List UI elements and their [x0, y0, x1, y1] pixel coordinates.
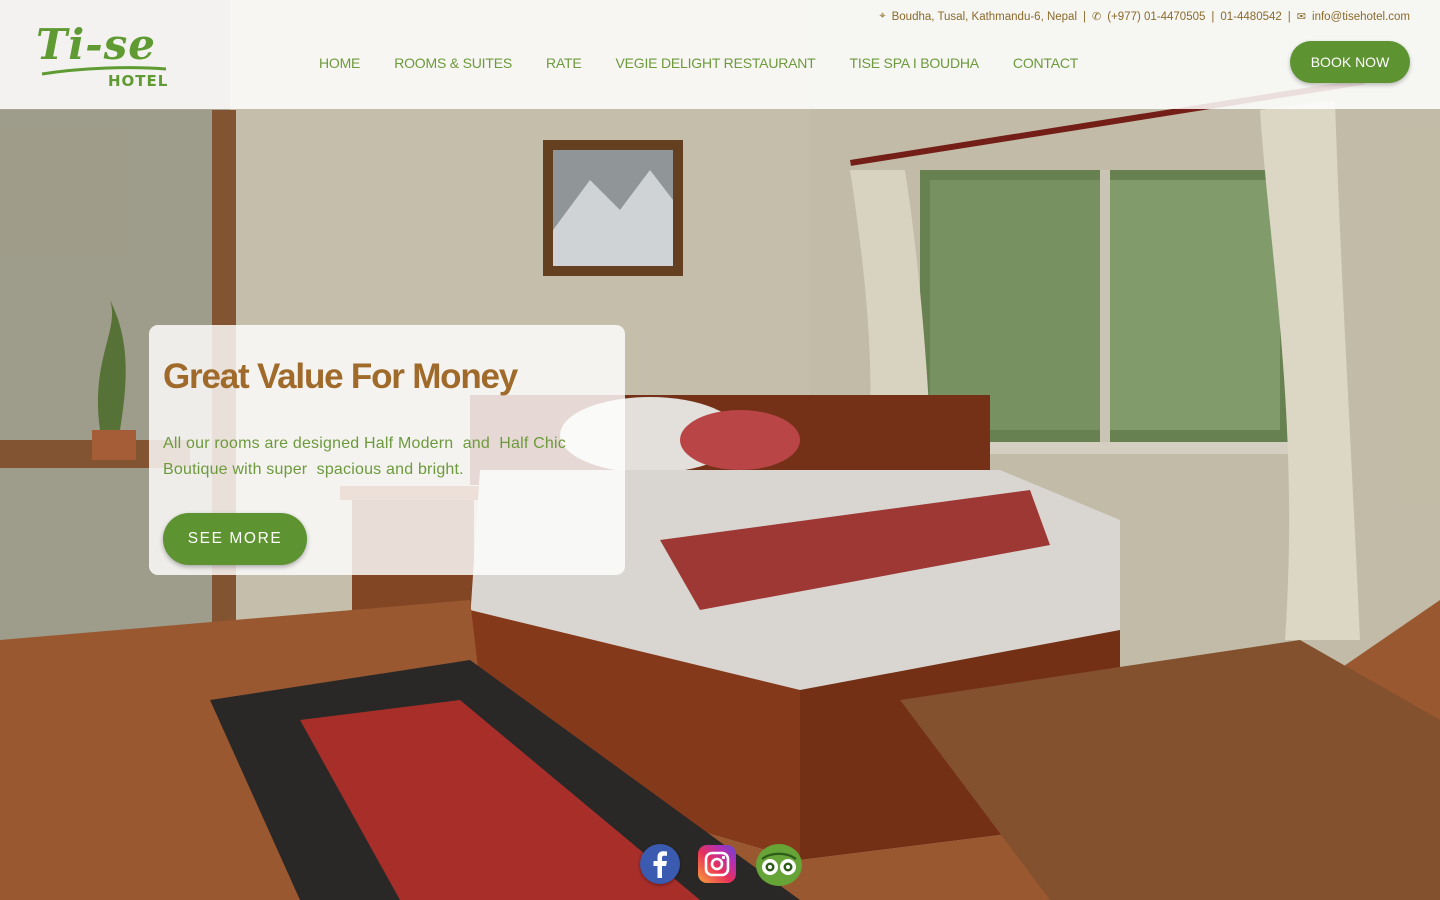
nav-item-home[interactable]: HOME — [302, 52, 377, 74]
divider: | — [1211, 10, 1215, 23]
facebook-icon[interactable] — [640, 844, 680, 884]
nav-item-restaurant[interactable]: VEGIE DELIGHT RESTAURANT — [598, 52, 832, 74]
book-now-button[interactable]: BOOK NOW — [1290, 41, 1410, 83]
instagram-icon[interactable] — [698, 845, 736, 883]
phone-link[interactable]: (+977) 01-4470505 — [1107, 11, 1205, 23]
email-link[interactable]: info@tisehotel.com — [1312, 11, 1410, 23]
hotel-logo[interactable]: Ti-se HOTEL — [36, 20, 176, 92]
address-text: Boudha, Tusal, Kathmandu-6, Nepal — [891, 10, 1078, 23]
phone2-link[interactable]: 01-4480542 — [1220, 11, 1281, 23]
site-header: Ti-se HOTEL ⌖ Boudha, Tusal, Kathmandu-6… — [0, 0, 1440, 109]
hero-description: All our rooms are designed Half Modern a… — [163, 435, 571, 478]
contact-topbar: ⌖ Boudha, Tusal, Kathmandu-6, Nepal | ✆ … — [879, 10, 1410, 23]
nav-item-spa[interactable]: TISE SPA I BOUDHA — [833, 52, 996, 74]
social-links — [640, 844, 802, 886]
divider: | — [1083, 10, 1087, 23]
map-marker-icon: ⌖ — [879, 10, 886, 22]
envelope-icon: ✉ — [1296, 11, 1307, 23]
nav-item-rate[interactable]: RATE — [529, 52, 599, 74]
main-nav: HOME ROOMS & SUITES RATE VEGIE DELIGHT R… — [302, 52, 1095, 74]
nav-item-rooms-suites[interactable]: ROOMS & SUITES — [377, 52, 529, 74]
divider: | — [1287, 10, 1291, 23]
hero-title: Great Value For Money — [163, 357, 518, 396]
phone-icon: ✆ — [1092, 11, 1102, 23]
logo-script-text: Ti-se — [36, 20, 157, 69]
tripadvisor-icon[interactable] — [756, 844, 802, 886]
logo-subtitle: HOTEL — [108, 72, 169, 90]
see-more-button[interactable]: SEE MORE — [163, 513, 307, 565]
nav-item-contact[interactable]: CONTACT — [996, 52, 1095, 74]
hero-promo-card: Great Value For Money All our rooms are … — [149, 325, 625, 575]
